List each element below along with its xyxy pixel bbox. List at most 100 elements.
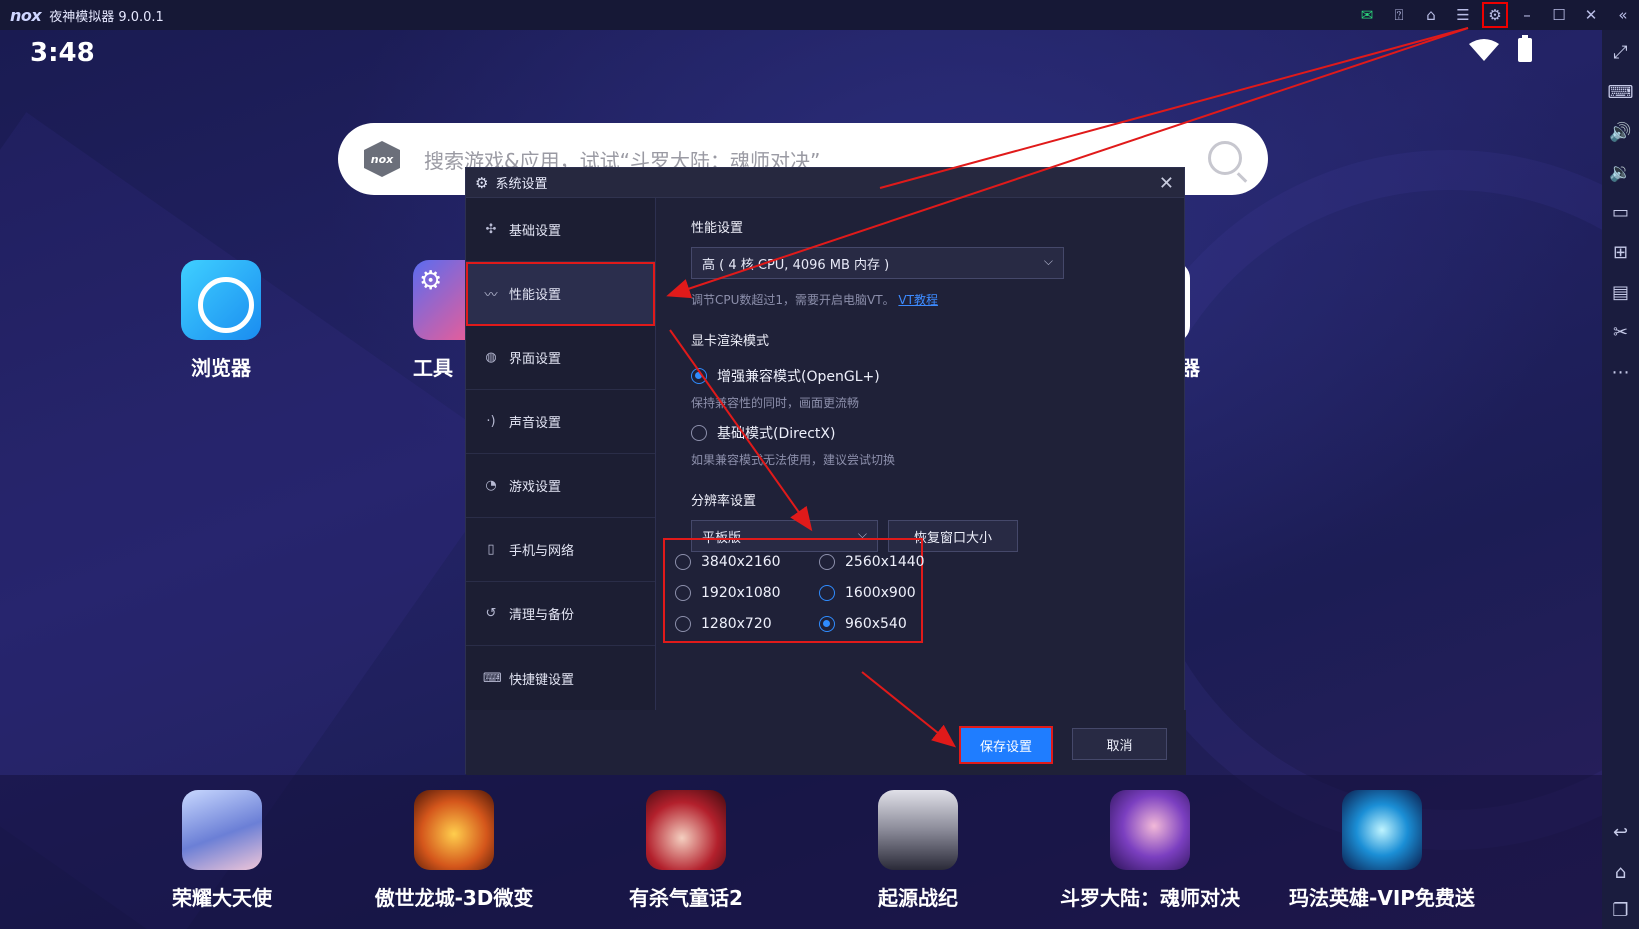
keyboard-icon: ⌨ — [483, 670, 502, 686]
close-icon[interactable]: ✕ — [1159, 173, 1174, 194]
history-icon: ↺ — [485, 606, 497, 621]
palette-icon: ◍ — [485, 350, 497, 365]
dialog-footer: 保存设置 取消 — [466, 710, 1186, 775]
performance-select[interactable]: 高 ( 4 核 CPU, 4096 MB 内存 ) ⌵ — [691, 247, 1064, 279]
nav-item-game[interactable]: ◔ 游戏设置 — [466, 454, 655, 518]
nox-logo: nox — [10, 5, 42, 25]
radio-button[interactable] — [691, 425, 707, 441]
game-icon — [182, 790, 262, 870]
collapse-icon[interactable]: « — [1607, 0, 1639, 30]
volume-up-icon[interactable]: 🔊 — [1602, 114, 1639, 150]
screen-icon[interactable]: ▭ — [1602, 194, 1639, 230]
skin-icon[interactable]: ⌂ — [1415, 0, 1447, 30]
home-icon[interactable]: ⌂ — [1602, 854, 1639, 890]
dock-app[interactable]: 斗罗大陆：魂师对决 — [1050, 790, 1250, 911]
settings-nav: ✣ 基础设置 〰 性能设置 ◍ 界面设置 ·) 声音设置 ◔ 游戏设置 ▯ 手机… — [466, 198, 656, 710]
radio-button[interactable] — [675, 585, 691, 601]
nav-item-performance[interactable]: 〰 性能设置 — [466, 262, 655, 326]
settings-icon[interactable]: ⚙ — [1482, 2, 1508, 28]
pulse-icon: 〰 — [484, 288, 498, 303]
app-tools[interactable]: ⚙ 工具 — [413, 260, 473, 381]
puzzle-icon: ✣ — [485, 222, 497, 237]
nav-label: 快捷键设置 — [509, 672, 575, 688]
tools-icon: ⚙ — [413, 260, 473, 340]
resolution-options: 3840x2160 2560x1440 1920x1080 1600x900 1… — [665, 540, 925, 632]
fullscreen-icon[interactable]: ⤢ — [1602, 34, 1639, 70]
game-icon — [1342, 790, 1422, 870]
gear-icon: ⚙ — [475, 173, 489, 192]
resolution-option[interactable]: 1920x1080 — [675, 585, 819, 601]
render-title: 显卡渲染模式 — [691, 334, 770, 349]
nav-label: 清理与备份 — [509, 608, 575, 623]
more-icon[interactable]: ⋯ — [1602, 354, 1639, 390]
apk-install-icon[interactable]: ⊞ — [1602, 234, 1639, 270]
radio-button[interactable] — [691, 368, 707, 384]
save-button[interactable]: 保存设置 — [959, 726, 1053, 764]
radio-button[interactable] — [819, 616, 835, 632]
radio-label: 增强兼容模式(OpenGL+) — [717, 369, 880, 385]
render-option-opengl[interactable]: 增强兼容模式(OpenGL+) — [691, 366, 1171, 386]
menu-icon[interactable]: ☰ — [1447, 0, 1479, 30]
game-icon — [414, 790, 494, 870]
radio-button[interactable] — [819, 554, 835, 570]
close-icon[interactable]: ✕ — [1575, 0, 1607, 30]
app-browser[interactable]: 浏览器 — [181, 260, 261, 381]
nav-item-cleanup-backup[interactable]: ↺ 清理与备份 — [466, 582, 655, 646]
back-icon[interactable]: ↩ — [1602, 814, 1639, 850]
dock-app[interactable]: 有杀气童话2 — [586, 790, 786, 911]
nav-item-phone-network[interactable]: ▯ 手机与网络 — [466, 518, 655, 582]
mail-icon[interactable]: ✉ — [1351, 0, 1383, 30]
nav-item-interface[interactable]: ◍ 界面设置 — [466, 326, 655, 390]
app-label: 工具 — [413, 356, 453, 380]
radio-button[interactable] — [675, 616, 691, 632]
dock-app-label: 有杀气童话2 — [629, 886, 743, 910]
vt-tutorial-link[interactable]: VT教程 — [898, 293, 938, 307]
dock-app-label: 荣耀大天使 — [172, 886, 272, 910]
help-icon[interactable]: ⍰ — [1383, 0, 1415, 30]
multi-instance-icon[interactable]: ▤ — [1602, 274, 1639, 310]
battery-icon — [1518, 35, 1532, 62]
recent-apps-icon[interactable]: ❐ — [1602, 892, 1639, 928]
minimize-icon[interactable]: – — [1511, 0, 1543, 30]
dock-app[interactable]: 起源战纪 — [818, 790, 1018, 911]
resolution-option[interactable]: 2560x1440 — [819, 554, 939, 570]
radio-label: 基础模式(DirectX) — [717, 426, 836, 442]
render-option-desc: 保持兼容性的同时，画面更流畅 — [691, 396, 860, 410]
resolution-options-box: 3840x2160 2560x1440 1920x1080 1600x900 1… — [663, 538, 925, 643]
dock-app[interactable]: 玛法英雄-VIP免费送 — [1282, 790, 1482, 911]
nav-item-shortcuts[interactable]: ⌨ 快捷键设置 — [466, 646, 655, 710]
scissors-icon[interactable]: ✂ — [1602, 314, 1639, 350]
side-toolbar: ⤢ ⌨ 🔊 🔉 ▭ ⊞ ▤ ✂ ⋯ ↩ ⌂ ❐ — [1602, 30, 1639, 929]
gamepad-icon: ◔ — [485, 478, 497, 493]
resolution-option[interactable]: 3840x2160 — [675, 554, 819, 570]
resolution-option[interactable]: 960x540 — [819, 616, 939, 632]
status-clock: 3:48 — [30, 38, 95, 68]
radio-button[interactable] — [819, 585, 835, 601]
gear-icon: ⚙ — [419, 266, 443, 296]
search-icon[interactable] — [1208, 141, 1242, 175]
dialog-header: ⚙ 系统设置 ✕ — [466, 168, 1184, 198]
performance-hint: 调节CPU数超过1，需要开启电脑VT。 VT教程 — [691, 293, 938, 307]
resolution-option[interactable]: 1600x900 — [819, 585, 939, 601]
sound-icon: ·) — [486, 414, 496, 429]
chevron-down-icon: ⌵ — [1043, 254, 1053, 268]
nav-item-sound[interactable]: ·) 声音设置 — [466, 390, 655, 454]
keyboard-icon[interactable]: ⌨ — [1602, 74, 1639, 110]
nav-label: 游戏设置 — [509, 480, 562, 495]
volume-down-icon[interactable]: 🔉 — [1602, 154, 1639, 190]
nav-item-basic[interactable]: ✣ 基础设置 — [466, 198, 655, 262]
render-option-directx[interactable]: 基础模式(DirectX) — [691, 423, 1171, 443]
resolution-option[interactable]: 1280x720 — [675, 616, 819, 632]
render-option-desc: 如果兼容模式无法使用，建议尝试切换 — [691, 453, 896, 467]
cancel-button[interactable]: 取消 — [1072, 728, 1167, 760]
dock-app-label: 玛法英雄-VIP免费送 — [1289, 886, 1475, 910]
dock-app[interactable]: 傲世龙城-3D微变 — [354, 790, 554, 911]
radio-button[interactable] — [675, 554, 691, 570]
wifi-icon — [1469, 39, 1499, 61]
dock-app[interactable]: 荣耀大天使 — [122, 790, 322, 911]
game-icon — [1110, 790, 1190, 870]
maximize-icon[interactable]: ☐ — [1543, 0, 1575, 30]
settings-dialog: ⚙ 系统设置 ✕ ✣ 基础设置 〰 性能设置 ◍ 界面设置 ·) 声音设置 ◔ … — [465, 167, 1186, 775]
browser-icon — [181, 260, 261, 340]
settings-content: 性能设置 高 ( 4 核 CPU, 4096 MB 内存 ) ⌵ 调节CPU数超… — [691, 198, 1171, 552]
